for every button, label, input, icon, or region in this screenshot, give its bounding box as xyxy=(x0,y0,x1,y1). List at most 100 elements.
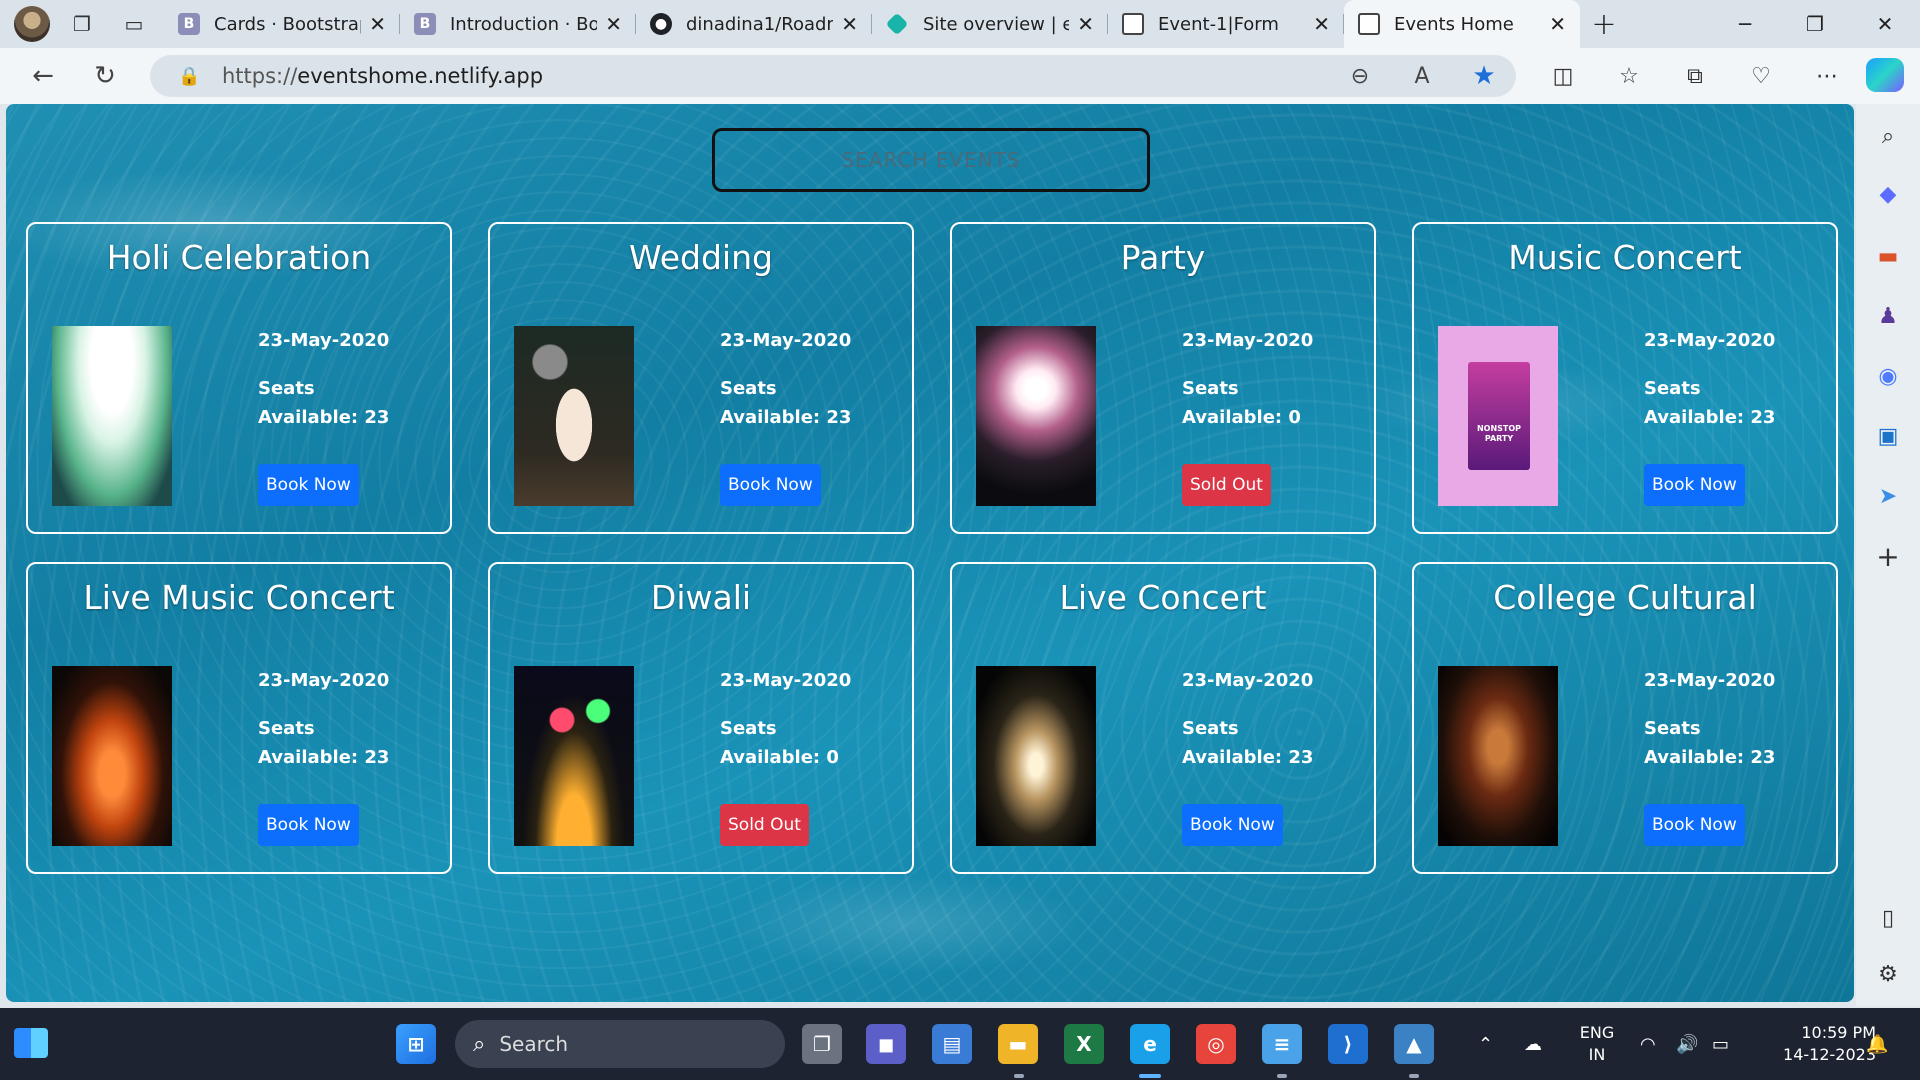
event-card-party: Party 23-May-2020 Seats Available: 0 Sol… xyxy=(950,222,1376,534)
event-image xyxy=(976,326,1096,506)
url-text[interactable]: https://eventshome.netlify.app xyxy=(222,64,543,88)
close-tab-icon[interactable]: ✕ xyxy=(605,12,622,36)
widgets-icon[interactable] xyxy=(14,1028,48,1058)
taskbar-search-label: Search xyxy=(499,1032,569,1056)
hide-sidebar-icon[interactable]: ▯ xyxy=(1870,900,1906,936)
taskbar-search-box[interactable]: ⌕ Search xyxy=(455,1020,785,1068)
windows-taskbar: ⊞ ⌕ Search ❐ ◼ ▤ ▬ X e ◎ ≡ ⟩ ▲ ⌃ ☁ ENG I… xyxy=(0,1008,1920,1080)
tab-list: B Cards · Bootstrap ✕ B Introduction · B… xyxy=(164,0,1580,48)
tab-github[interactable]: ● dinadina1/Roadm ✕ xyxy=(636,0,872,48)
onedrive-icon[interactable]: ☁ xyxy=(1524,1008,1542,1080)
tab-netlify[interactable]: Site overview | ev ✕ xyxy=(872,0,1108,48)
clock-time: 10:59 PM xyxy=(1801,1023,1876,1042)
vscode-icon[interactable]: ⟩ xyxy=(1328,1024,1368,1064)
event-seats-label: Seats xyxy=(720,718,777,739)
book-now-button[interactable]: Book Now xyxy=(258,804,359,846)
read-aloud-icon[interactable]: A xyxy=(1404,64,1440,89)
favorites-icon[interactable]: ☆ xyxy=(1596,64,1662,89)
battery-icon[interactable]: ▭ xyxy=(1712,1008,1729,1080)
new-tab-button[interactable]: + xyxy=(1580,0,1628,48)
collections-icon[interactable]: ⧉ xyxy=(1662,64,1728,89)
remote-desktop-icon[interactable]: ▤ xyxy=(932,1024,972,1064)
book-now-button[interactable]: Book Now xyxy=(1644,804,1745,846)
tab-events-home[interactable]: Events Home ✕ xyxy=(1344,0,1580,48)
close-tab-icon[interactable]: ✕ xyxy=(841,12,858,36)
sold-out-button[interactable]: Sold Out xyxy=(720,804,809,846)
event-date: 23-May-2020 xyxy=(258,670,390,691)
running-indicator xyxy=(1409,1074,1419,1078)
zoom-icon[interactable]: ⊖ xyxy=(1342,64,1378,89)
address-bar[interactable]: 🔒 https://eventshome.netlify.app ⊖ A ★ xyxy=(150,55,1516,97)
tab-title: dinadina1/Roadm xyxy=(686,13,834,35)
url-protocol: https:// xyxy=(222,64,298,88)
tab-title: Cards · Bootstrap xyxy=(214,13,362,35)
clock[interactable]: 10:59 PM 14-12-2023 xyxy=(1756,1022,1876,1066)
event-seats-label: Seats xyxy=(258,378,315,399)
more-menu-icon[interactable]: ⋯ xyxy=(1794,64,1860,89)
add-sidebar-app-icon[interactable]: + xyxy=(1870,538,1906,574)
event-seats-available: Available: 23 xyxy=(720,407,852,428)
browser-tab-strip: ❐ ▭ B Cards · Bootstrap ✕ B Introduction… xyxy=(0,0,1920,48)
book-now-button[interactable]: Book Now xyxy=(1644,464,1745,506)
lock-icon[interactable]: 🔒 xyxy=(178,66,202,87)
browser-essentials-icon[interactable]: ♡ xyxy=(1728,64,1794,89)
close-window-button[interactable]: ✕ xyxy=(1850,0,1920,48)
file-explorer-icon[interactable]: ▬ xyxy=(998,1024,1038,1064)
close-tab-icon[interactable]: ✕ xyxy=(1549,12,1566,36)
workspaces-icon[interactable]: ❐ xyxy=(62,4,102,44)
tab-cards-bootstrap[interactable]: B Cards · Bootstrap ✕ xyxy=(164,0,400,48)
edge-browser-icon[interactable]: e xyxy=(1130,1024,1170,1064)
back-icon[interactable]: ← xyxy=(18,51,68,101)
event-date: 23-May-2020 xyxy=(1182,670,1314,691)
event-date: 23-May-2020 xyxy=(1644,670,1776,691)
wifi-icon[interactable]: ◠ xyxy=(1640,1008,1656,1080)
tab-actions-icon[interactable]: ▭ xyxy=(114,4,154,44)
close-tab-icon[interactable]: ✕ xyxy=(1313,12,1330,36)
show-hidden-icons[interactable]: ⌃ xyxy=(1478,1008,1493,1080)
clock-date: 14-12-2023 xyxy=(1783,1045,1876,1064)
copilot-icon[interactable] xyxy=(1866,58,1904,92)
close-tab-icon[interactable]: ✕ xyxy=(369,12,386,36)
event-card-wedding: Wedding 23-May-2020 Seats Available: 23 … xyxy=(488,222,914,534)
tab-title: Introduction · Boo xyxy=(450,13,598,35)
event-title: Wedding xyxy=(629,238,773,277)
sold-out-button[interactable]: Sold Out xyxy=(1182,464,1271,506)
tools-icon[interactable]: ▬ xyxy=(1870,238,1906,274)
settings-gear-icon[interactable]: ⚙ xyxy=(1870,956,1906,992)
notifications-bell-icon[interactable]: 🔔 xyxy=(1866,1008,1888,1080)
drop-icon[interactable]: ➤ xyxy=(1870,478,1906,514)
book-now-button[interactable]: Book Now xyxy=(1182,804,1283,846)
photos-icon[interactable]: ▲ xyxy=(1394,1024,1434,1064)
notepad-icon[interactable]: ≡ xyxy=(1262,1024,1302,1064)
shopping-tag-icon[interactable]: ◆ xyxy=(1870,176,1906,212)
running-indicator xyxy=(1014,1074,1024,1078)
excel-icon[interactable]: X xyxy=(1064,1024,1104,1064)
search-icon[interactable]: ⌕ xyxy=(1870,118,1906,154)
split-screen-icon[interactable]: ◫ xyxy=(1530,64,1596,89)
window-controls: ─ ❐ ✕ xyxy=(1710,0,1920,48)
start-menu-icon[interactable]: ⊞ xyxy=(396,1024,436,1064)
event-image xyxy=(52,326,172,506)
restore-button[interactable]: ❐ xyxy=(1780,0,1850,48)
favorite-star-icon[interactable]: ★ xyxy=(1466,61,1502,91)
tab-event-form[interactable]: Event-1|Form ✕ xyxy=(1108,0,1344,48)
minimize-button[interactable]: ─ xyxy=(1710,0,1780,48)
teams-chat-icon[interactable]: ◼ xyxy=(866,1024,906,1064)
event-title: Live Music Concert xyxy=(83,578,395,617)
refresh-icon[interactable]: ↻ xyxy=(80,51,130,101)
event-seats-label: Seats xyxy=(1182,378,1239,399)
games-icon[interactable]: ♟ xyxy=(1870,298,1906,334)
microsoft-365-icon[interactable]: ◉ xyxy=(1870,358,1906,394)
book-now-button[interactable]: Book Now xyxy=(720,464,821,506)
profile-avatar[interactable] xyxy=(14,6,50,42)
task-view-icon[interactable]: ❐ xyxy=(802,1024,842,1064)
chrome-icon[interactable]: ◎ xyxy=(1196,1024,1236,1064)
search-events-input[interactable] xyxy=(712,128,1150,192)
language-indicator[interactable]: ENG IN xyxy=(1574,1022,1620,1066)
tab-introduction-bootstrap[interactable]: B Introduction · Boo ✕ xyxy=(400,0,636,48)
close-tab-icon[interactable]: ✕ xyxy=(1077,12,1094,36)
outlook-icon[interactable]: ▣ xyxy=(1870,418,1906,454)
volume-icon[interactable]: 🔊 xyxy=(1676,1008,1698,1080)
book-now-button[interactable]: Book Now xyxy=(258,464,359,506)
event-seats-available: Available: 23 xyxy=(1182,747,1314,768)
